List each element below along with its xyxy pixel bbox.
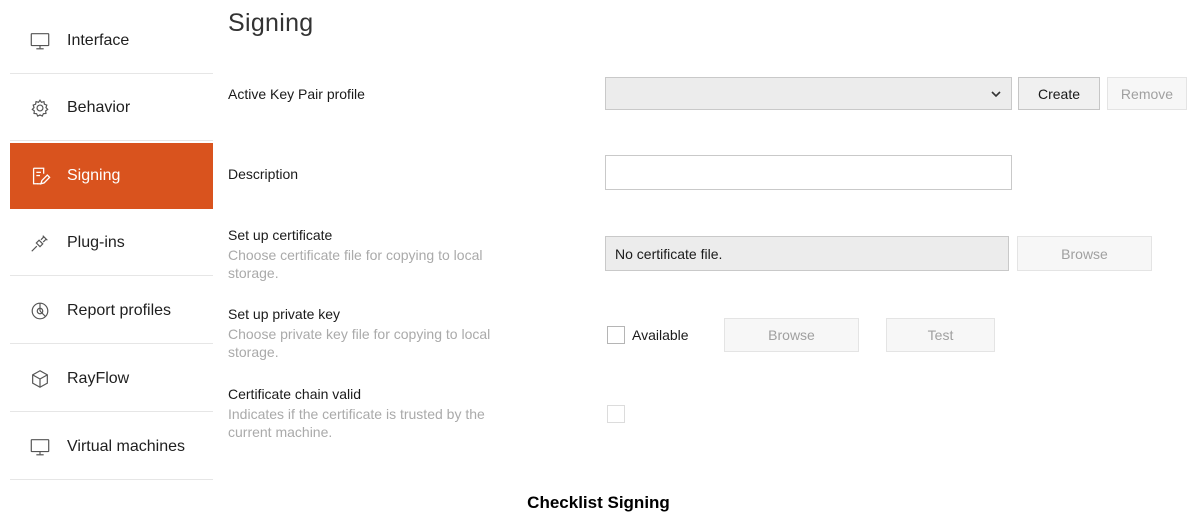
sidebar-item-signing[interactable]: Signing: [10, 143, 213, 209]
monitor-icon: [28, 435, 52, 459]
sidebar-item-label: Interface: [67, 31, 130, 49]
create-button[interactable]: Create: [1018, 77, 1100, 110]
key-pair-select[interactable]: [605, 77, 1012, 110]
sidebar-item-behavior[interactable]: Behavior: [10, 75, 213, 141]
chain-help-line-1: Indicates if the certificate is trusted …: [228, 406, 485, 422]
sidebar-item-label: Report profiles: [67, 301, 172, 319]
sidebar-item-plug-ins[interactable]: Plug-ins: [10, 210, 213, 276]
private-key-help-line-1: Choose private key file for copying to l…: [228, 326, 491, 342]
report-icon: [28, 299, 52, 323]
sidebar-item-label: Signing: [67, 166, 121, 184]
available-label: Available: [632, 327, 689, 343]
certificate-help-line-1: Choose certificate file for copying to l…: [228, 247, 483, 263]
certificate-help-line-2: storage.: [228, 265, 279, 281]
certificate-file-field: No certificate file.: [605, 236, 1009, 271]
sidebar-item-interface[interactable]: Interface: [10, 8, 213, 74]
description-label: Description: [228, 166, 299, 182]
key-pair-label: Active Key Pair profile: [228, 86, 365, 102]
sidebar-item-report-profiles[interactable]: Report profiles: [10, 278, 213, 344]
available-checkbox[interactable]: [607, 326, 625, 344]
chain-help-line-2: current machine.: [228, 424, 333, 440]
sidebar-item-label: Behavior: [67, 98, 131, 116]
sidebar-item-rayflow[interactable]: RayFlow: [10, 346, 213, 412]
chain-valid-label: Certificate chain valid: [228, 386, 362, 402]
figure-caption: Checklist Signing: [527, 493, 670, 512]
certificate-browse-button[interactable]: Browse: [1017, 236, 1152, 271]
page-title: Signing: [228, 9, 314, 37]
sidebar-item-label: Virtual machines: [67, 437, 185, 455]
private-key-label: Set up private key: [228, 306, 341, 322]
private-key-browse-button[interactable]: Browse: [724, 318, 859, 352]
certificate-label: Set up certificate: [228, 227, 333, 243]
cube-icon: [28, 367, 52, 391]
sidebar-item-label: RayFlow: [67, 369, 130, 387]
plug-icon: [28, 231, 52, 255]
signature-icon: [28, 164, 52, 188]
sidebar-item-virtual-machines[interactable]: Virtual machines: [10, 414, 213, 480]
test-button[interactable]: Test: [886, 318, 995, 352]
remove-button[interactable]: Remove: [1107, 77, 1187, 110]
chain-valid-checkbox: [607, 405, 625, 423]
description-field[interactable]: [605, 155, 1012, 190]
gear-icon: [28, 96, 52, 120]
private-key-help-line-2: storage.: [228, 344, 279, 360]
monitor-icon: [28, 29, 52, 53]
chevron-down-icon: [989, 87, 1003, 101]
sidebar-item-label: Plug-ins: [67, 233, 125, 251]
